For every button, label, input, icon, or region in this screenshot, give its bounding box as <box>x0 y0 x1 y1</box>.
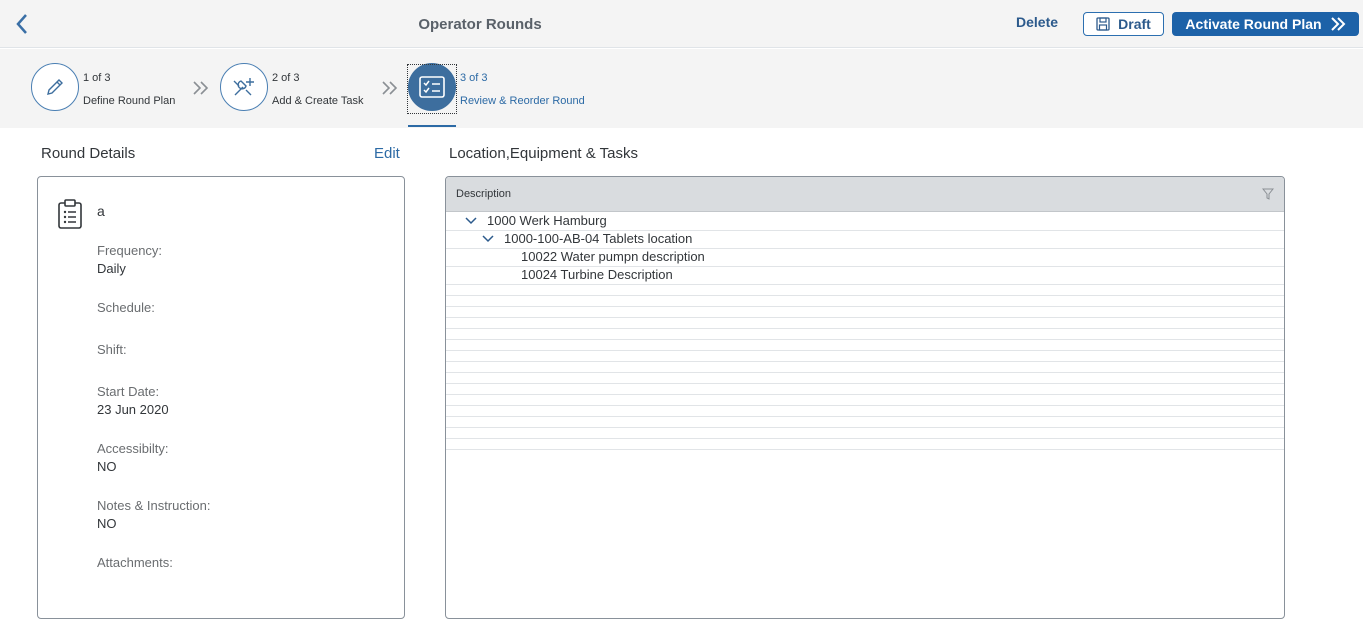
notes-instruction-value: NO <box>97 516 117 531</box>
table-row-divider <box>446 361 1284 362</box>
tree-row-label: 10022 Water pumpn description <box>521 249 705 264</box>
table-row-divider <box>446 372 1284 373</box>
accessibility-value: NO <box>97 459 117 474</box>
filter-icon[interactable] <box>1262 188 1274 200</box>
tree-row[interactable]: 10022 Water pumpn description <box>446 248 1284 266</box>
step-2-count: 2 of 3 <box>272 72 300 84</box>
chevron-down-icon[interactable] <box>465 216 477 226</box>
shift-label: Shift: <box>97 342 127 357</box>
tree-row[interactable]: 1000-100-AB-04 Tablets location <box>446 230 1284 248</box>
edit-round-details-link[interactable]: Edit <box>374 145 400 162</box>
draft-label: Draft <box>1118 16 1151 32</box>
tree-row-label: 10024 Turbine Description <box>521 267 673 282</box>
table-row-divider <box>446 284 1284 285</box>
table-row-divider <box>446 339 1284 340</box>
step-1-label: Define Round Plan <box>83 95 176 107</box>
table-row-divider <box>446 438 1284 439</box>
step-3-label: Review & Reorder Round <box>460 95 585 107</box>
tree-row[interactable]: 1000 Werk Hamburg <box>446 212 1284 230</box>
table-row-divider <box>446 449 1284 450</box>
wrench-add-icon <box>233 78 254 96</box>
description-column-header[interactable]: Description <box>456 188 511 200</box>
table-row-divider <box>446 306 1284 307</box>
clipboard-list-icon <box>58 199 82 229</box>
tree-row[interactable]: 10024 Turbine Description <box>446 266 1284 284</box>
start-date-value: 23 Jun 2020 <box>97 402 169 417</box>
table-row-divider <box>446 328 1284 329</box>
table-row-divider <box>446 295 1284 296</box>
double-chevron-right-icon <box>1330 17 1345 31</box>
table-row-divider <box>446 350 1284 351</box>
location-tree-table: Description 1000 Werk Hamburg 1000-100-A… <box>445 176 1285 619</box>
step-2-circle <box>220 63 268 111</box>
tree-row-label: 1000-100-AB-04 Tablets location <box>504 231 693 246</box>
active-step-focus-frame <box>407 64 457 114</box>
step-separator-icon <box>382 81 398 95</box>
round-details-title: Round Details <box>41 145 136 162</box>
table-row-divider <box>446 394 1284 395</box>
save-icon <box>1096 17 1110 31</box>
wizard-progress: 1 of 3 Define Round Plan 2 of 3 Add & Cr… <box>0 49 1363 128</box>
table-header: Description <box>446 177 1284 212</box>
start-date-label: Start Date: <box>97 384 160 399</box>
active-step-indicator <box>408 125 456 127</box>
step-3-count: 3 of 3 <box>460 72 488 84</box>
draft-button[interactable]: Draft <box>1083 12 1164 36</box>
location-section-title: Location,Equipment & Tasks <box>449 145 639 162</box>
table-row-divider <box>446 416 1284 417</box>
accessibility-label: Accessibilty: <box>97 441 169 456</box>
table-row-divider <box>446 383 1284 384</box>
pencil-icon <box>47 79 63 95</box>
activate-round-plan-button[interactable]: Activate Round Plan <box>1172 12 1359 36</box>
activate-label: Activate Round Plan <box>1185 16 1322 32</box>
table-row-divider <box>446 405 1284 406</box>
step-2-label: Add & Create Task <box>272 95 364 107</box>
step-separator-icon <box>193 81 209 95</box>
round-details-card: a Frequency: Daily Schedule: Shift: Star… <box>37 176 405 619</box>
attachments-label: Attachments: <box>97 555 173 570</box>
notes-instruction-label: Notes & Instruction: <box>97 498 211 513</box>
tree-row-label: 1000 Werk Hamburg <box>487 213 607 228</box>
schedule-label: Schedule: <box>97 300 155 315</box>
round-name: a <box>97 203 105 219</box>
table-row-divider <box>446 317 1284 318</box>
step-1-count: 1 of 3 <box>83 72 111 84</box>
chevron-down-icon[interactable] <box>482 234 494 244</box>
table-row-divider <box>446 427 1284 428</box>
page-title: Operator Rounds <box>418 16 542 33</box>
step-1-circle <box>31 63 79 111</box>
delete-button[interactable]: Delete <box>1016 14 1058 30</box>
frequency-value: Daily <box>97 261 126 276</box>
app-header: Operator Rounds Delete Draft Activate Ro… <box>0 0 1363 48</box>
frequency-label: Frequency: <box>97 243 163 258</box>
